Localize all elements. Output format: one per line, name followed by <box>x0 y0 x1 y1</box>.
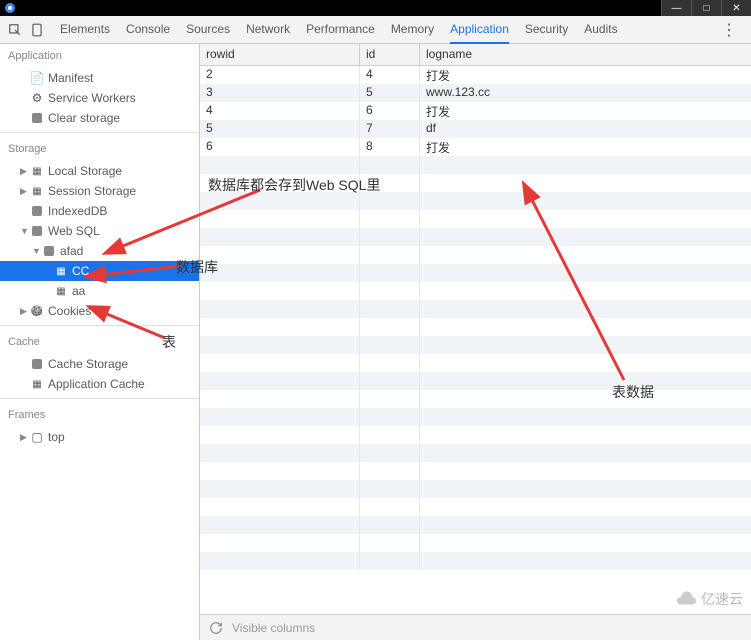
device-icon[interactable] <box>30 23 44 37</box>
tab-console[interactable]: Console <box>126 16 170 44</box>
indexeddb-item[interactable]: IndexedDB <box>0 201 199 221</box>
local-storage-item[interactable]: ▶Local Storage <box>0 161 199 181</box>
table-row[interactable] <box>200 336 751 354</box>
application-sidebar: Application 📄Manifest ⚙Service Workers C… <box>0 44 200 640</box>
devtools-toolbar: Elements Console Sources Network Perform… <box>0 16 751 44</box>
table-row[interactable] <box>200 552 751 570</box>
tab-audits[interactable]: Audits <box>584 16 617 44</box>
table-row[interactable]: 57df <box>200 120 751 138</box>
application-cache-item[interactable]: Application Cache <box>0 374 199 394</box>
table-row[interactable]: 46打发 <box>200 102 751 120</box>
table-row[interactable] <box>200 534 751 552</box>
table-row[interactable] <box>200 480 751 498</box>
tab-performance[interactable]: Performance <box>306 16 375 44</box>
column-id[interactable]: id <box>360 44 420 65</box>
column-logname[interactable]: logname <box>420 44 751 65</box>
cookies-item[interactable]: ▶Cookies <box>0 301 199 321</box>
table-row[interactable] <box>200 282 751 300</box>
table-row[interactable]: 24打发 <box>200 66 751 84</box>
tab-security[interactable]: Security <box>525 16 568 44</box>
table-content: rowid id logname 24打发35www.123.cc46打发57d… <box>200 44 751 640</box>
table-row[interactable] <box>200 462 751 480</box>
tab-application[interactable]: Application <box>450 16 509 44</box>
cloud-icon <box>675 588 697 610</box>
table-row[interactable] <box>200 354 751 372</box>
tab-sources[interactable]: Sources <box>186 16 230 44</box>
table-row[interactable] <box>200 408 751 426</box>
database-afad-item[interactable]: ▼afad <box>0 241 199 261</box>
table-row[interactable] <box>200 426 751 444</box>
table-row[interactable] <box>200 174 751 192</box>
session-storage-item[interactable]: ▶Session Storage <box>0 181 199 201</box>
websql-item[interactable]: ▼Web SQL <box>0 221 199 241</box>
table-footer: Visible columns <box>200 614 751 640</box>
table-aa-item[interactable]: aa <box>0 281 199 301</box>
manifest-item[interactable]: 📄Manifest <box>0 68 199 88</box>
table-row[interactable] <box>200 372 751 390</box>
close-button[interactable]: ✕ <box>721 0 751 16</box>
tab-memory[interactable]: Memory <box>391 16 434 44</box>
clear-storage-item[interactable]: Clear storage <box>0 108 199 128</box>
tab-elements[interactable]: Elements <box>60 16 110 44</box>
table-row[interactable] <box>200 264 751 282</box>
maximize-button[interactable]: □ <box>691 0 721 16</box>
table-row[interactable] <box>200 300 751 318</box>
inspect-icon[interactable] <box>8 23 22 37</box>
table-row[interactable] <box>200 228 751 246</box>
table-row[interactable] <box>200 246 751 264</box>
devtools-tabs: Elements Console Sources Network Perform… <box>60 16 715 44</box>
table-row[interactable]: 35www.123.cc <box>200 84 751 102</box>
table-row[interactable] <box>200 498 751 516</box>
window-titlebar: — □ ✕ <box>0 0 751 16</box>
chrome-icon <box>4 2 16 14</box>
table-row[interactable] <box>200 210 751 228</box>
more-menu-icon[interactable]: ⋮ <box>715 20 743 40</box>
table-row[interactable] <box>200 444 751 462</box>
section-cache: Cache <box>0 330 199 354</box>
table-row[interactable] <box>200 318 751 336</box>
refresh-icon[interactable] <box>208 620 224 636</box>
table-row[interactable] <box>200 516 751 534</box>
table-body[interactable]: 24打发35www.123.cc46打发57df68打发 <box>200 66 751 614</box>
section-frames: Frames <box>0 403 199 427</box>
table-row[interactable] <box>200 192 751 210</box>
table-cc-item[interactable]: CC <box>0 261 199 281</box>
column-rowid[interactable]: rowid <box>200 44 360 65</box>
frame-top-item[interactable]: ▶▢top <box>0 427 199 447</box>
visible-columns-label[interactable]: Visible columns <box>232 621 315 635</box>
section-storage: Storage <box>0 137 199 161</box>
table-row[interactable] <box>200 390 751 408</box>
cache-storage-item[interactable]: Cache Storage <box>0 354 199 374</box>
tab-network[interactable]: Network <box>246 16 290 44</box>
watermark: 亿速云 <box>675 588 743 610</box>
section-application: Application <box>0 44 199 68</box>
table-row[interactable]: 68打发 <box>200 138 751 156</box>
minimize-button[interactable]: — <box>661 0 691 16</box>
service-workers-item[interactable]: ⚙Service Workers <box>0 88 199 108</box>
table-row[interactable] <box>200 156 751 174</box>
table-header: rowid id logname <box>200 44 751 66</box>
